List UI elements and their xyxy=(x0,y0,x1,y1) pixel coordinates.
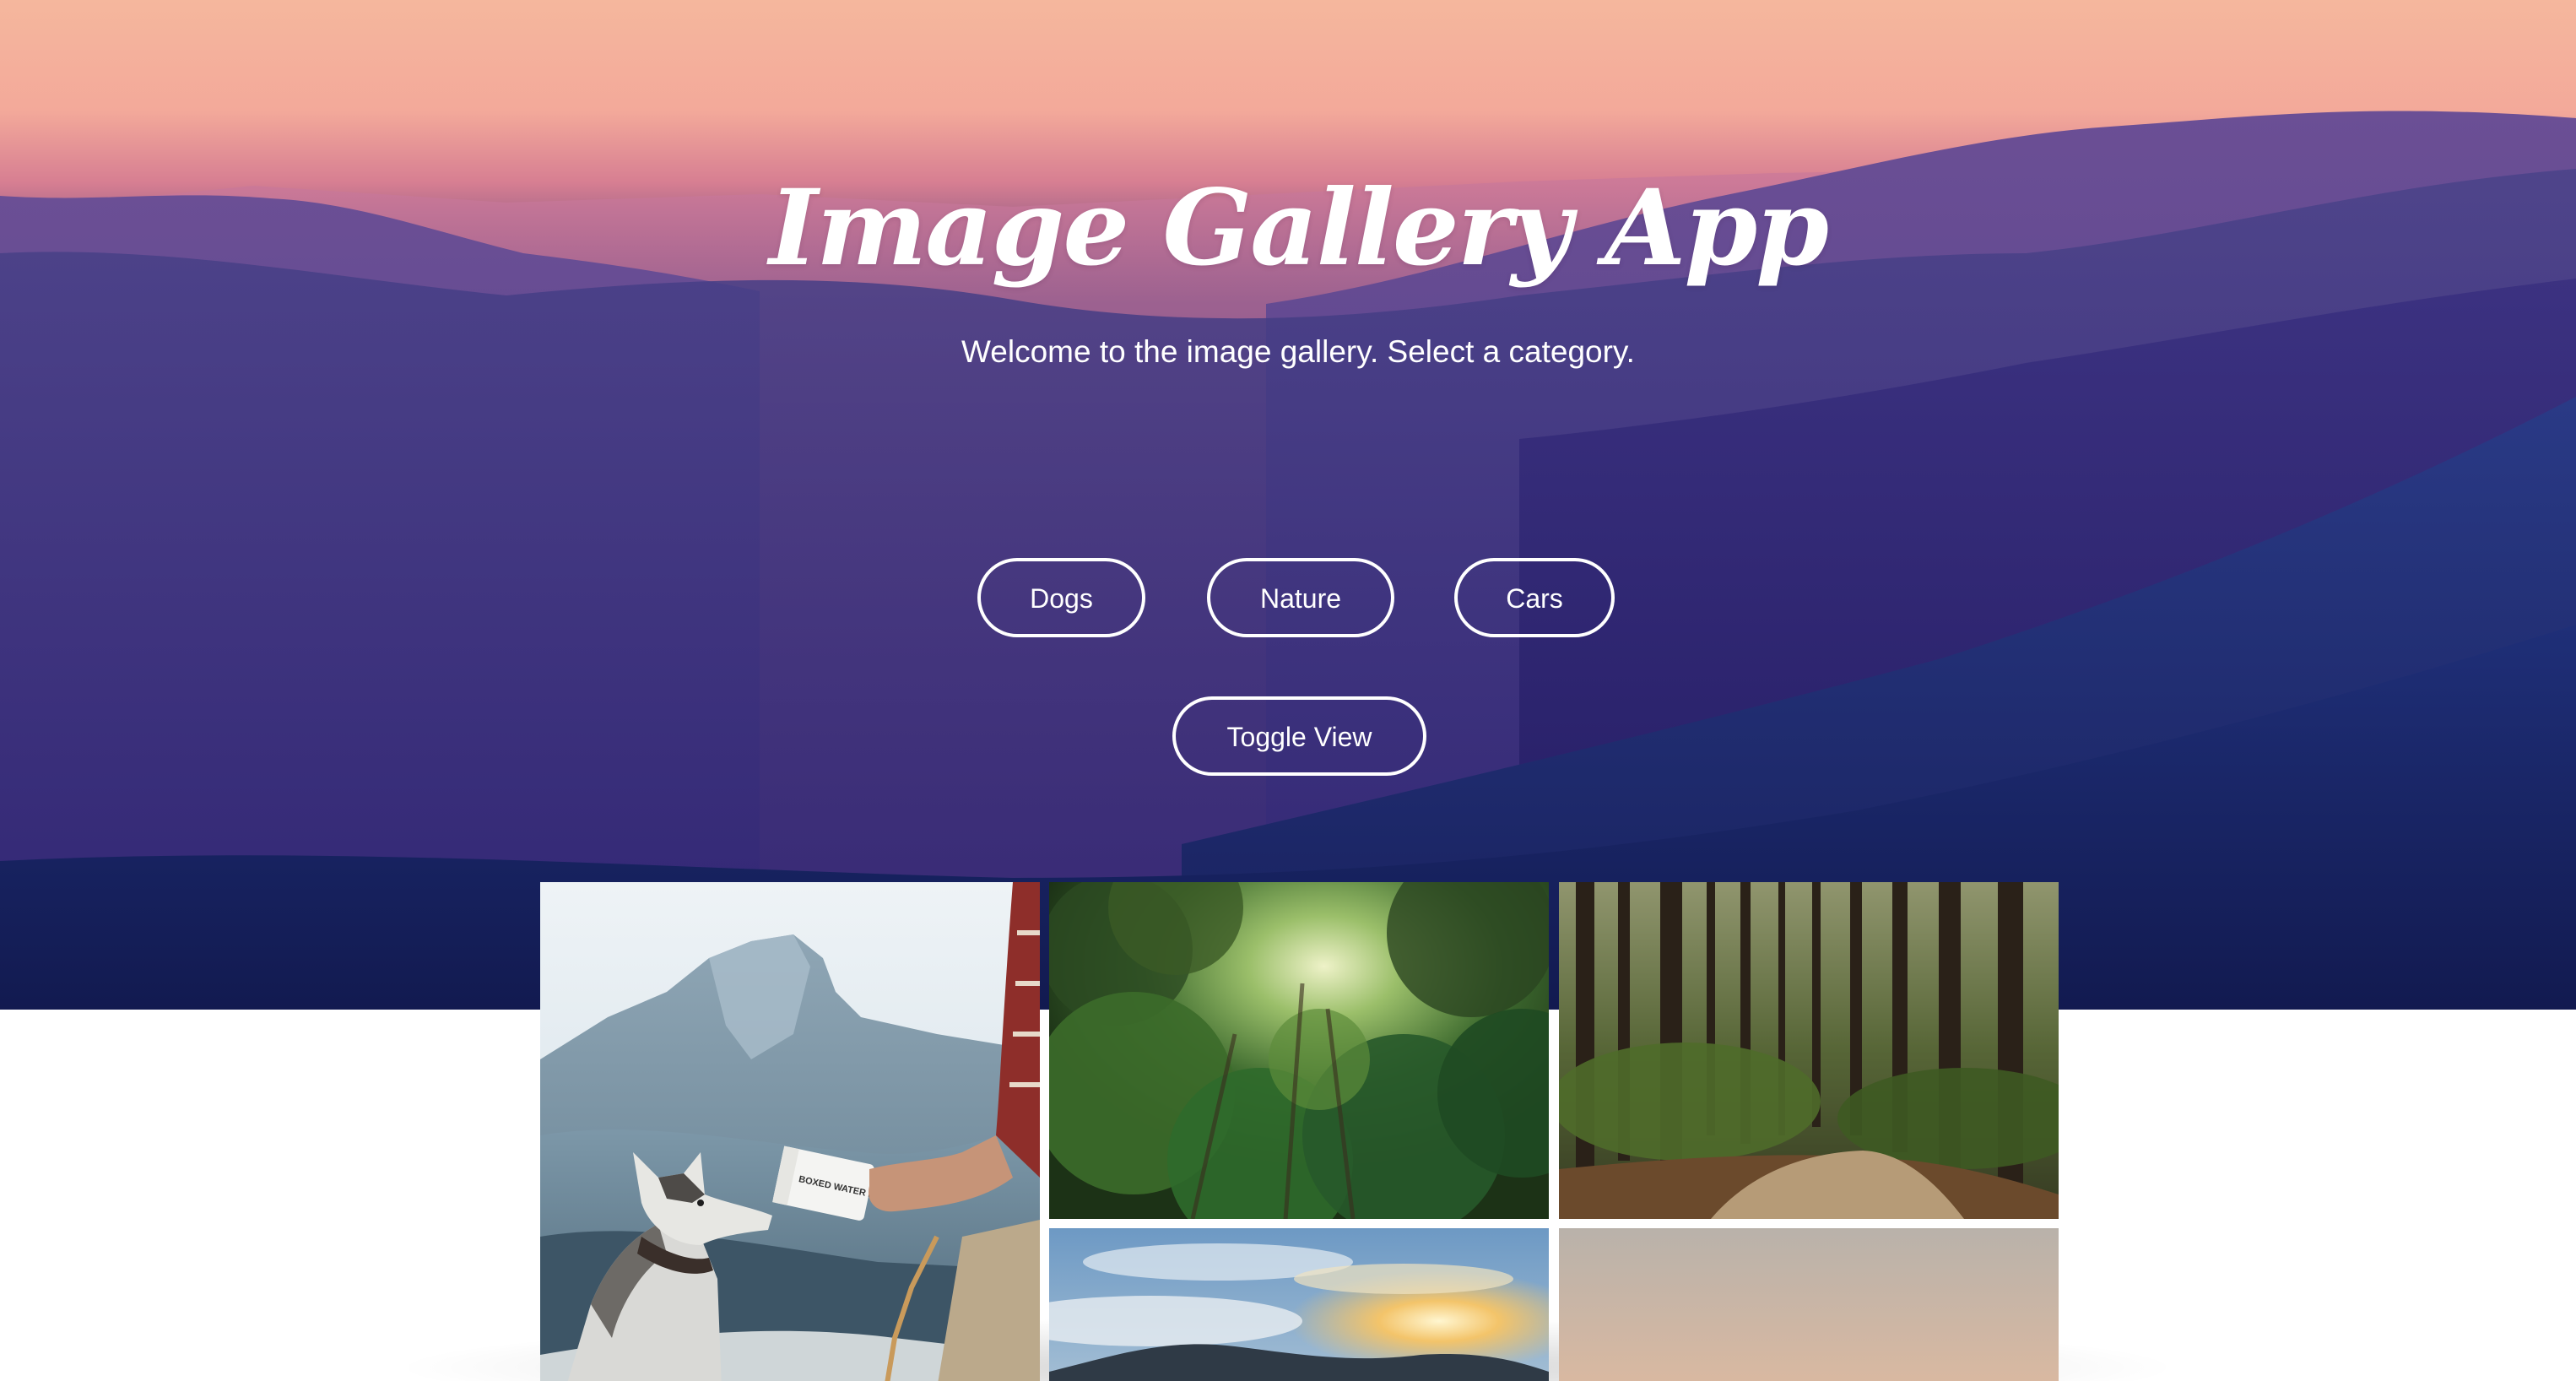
husky-photo: BOXED WATER IS BETTER xyxy=(540,882,1040,1381)
hero-banner: Image Gallery App Welcome to the image g… xyxy=(0,0,2576,1010)
category-button-nature[interactable]: Nature xyxy=(1207,558,1394,637)
gallery-image-forest-trail[interactable] xyxy=(1559,882,2059,1219)
category-button-dogs[interactable]: Dogs xyxy=(977,558,1145,637)
image-gallery: BOXED WATER IS BETTER xyxy=(540,882,2059,1381)
forest-trail-photo xyxy=(1559,882,2059,1219)
toggle-view-button[interactable]: Toggle View xyxy=(1172,696,1426,776)
page-subtitle: Welcome to the image gallery. Select a c… xyxy=(961,334,1635,369)
page: Image Gallery App Welcome to the image g… xyxy=(0,0,2576,1381)
category-button-cars[interactable]: Cars xyxy=(1454,558,1615,637)
gallery-image-forest-canopy[interactable] xyxy=(1049,882,1549,1219)
page-title: Image Gallery App xyxy=(769,167,1829,290)
gallery-image-husky[interactable]: BOXED WATER IS BETTER xyxy=(540,882,1040,1381)
forest-canopy-photo xyxy=(1049,882,1549,1219)
hero-background-mountains xyxy=(0,111,2576,1010)
sunset-clouds-photo xyxy=(1049,1228,1549,1381)
dusk-sky-photo xyxy=(1559,1228,2059,1381)
gallery-image-dusk-sky[interactable] xyxy=(1559,1228,2059,1381)
gallery-image-sunset-clouds[interactable] xyxy=(1049,1228,1549,1381)
